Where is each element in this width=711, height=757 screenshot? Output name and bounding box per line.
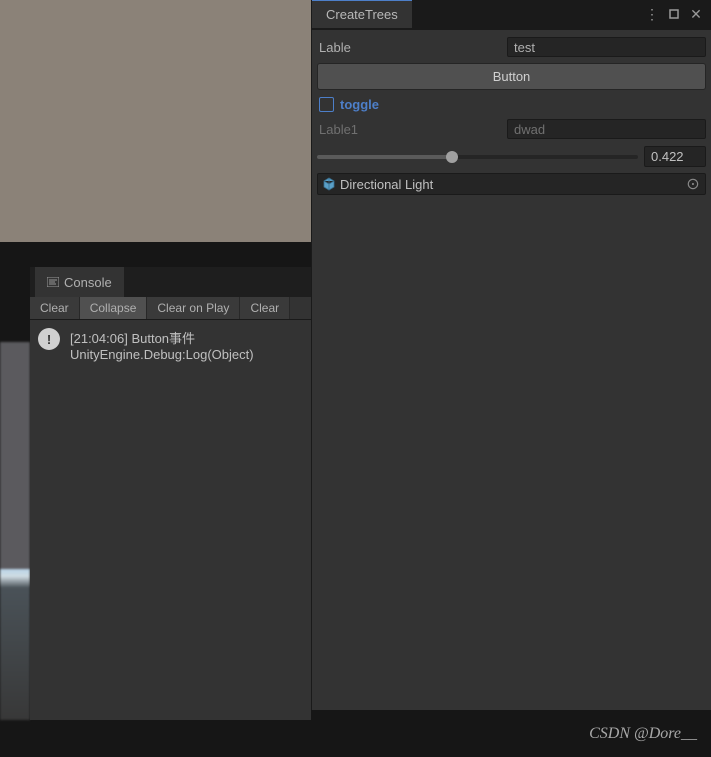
toggle-label[interactable]: toggle — [340, 97, 379, 112]
lable1-input[interactable] — [507, 119, 706, 139]
inspector-body: Lable Button toggle Lable1 Directional L… — [312, 30, 711, 201]
toggle-row: toggle — [317, 93, 706, 116]
scene-preview — [0, 342, 30, 720]
console-toolbar: Clear Collapse Clear on Play Clear — [30, 297, 311, 320]
console-tab[interactable]: Console — [35, 267, 124, 297]
slider-value-input[interactable] — [644, 146, 706, 167]
inspector-panel: CreateTrees ⋮ ✕ Lable Button toggle Labl… — [311, 0, 711, 710]
lable1-label: Lable1 — [317, 122, 507, 137]
close-icon[interactable]: ✕ — [689, 7, 703, 21]
console-tab-label: Console — [64, 275, 112, 290]
slider-fill — [317, 155, 452, 159]
slider-track[interactable] — [317, 155, 638, 159]
lable1-field-row: Lable1 — [317, 118, 706, 140]
toggle-checkbox[interactable] — [319, 97, 334, 112]
watermark: CSDN @Dore__ — [589, 725, 697, 743]
inspector-tab-bar: CreateTrees ⋮ ✕ — [312, 0, 711, 30]
console-tab-bar: Console — [30, 267, 311, 297]
collapse-button[interactable]: Collapse — [80, 297, 148, 319]
scene-viewport — [0, 0, 311, 242]
object-name: Directional Light — [340, 177, 685, 192]
clear-partial-button[interactable]: Clear — [240, 297, 290, 319]
lable-field-row: Lable — [317, 36, 706, 58]
log-entry[interactable]: ! [21:04:06] Button事件 UnityEngine.Debug:… — [30, 320, 311, 370]
button-control[interactable]: Button — [317, 63, 706, 90]
slider-thumb[interactable] — [446, 151, 458, 163]
lable-input[interactable] — [507, 37, 706, 57]
window-controls: ⋮ ✕ — [645, 7, 711, 21]
log-message: Button事件 — [131, 331, 195, 346]
log-timestamp: [21:04:06] — [70, 331, 128, 346]
object-field[interactable]: Directional Light ⊙ — [317, 173, 706, 195]
kebab-icon[interactable]: ⋮ — [645, 7, 659, 21]
log-text: [21:04:06] Button事件 UnityEngine.Debug:Lo… — [70, 328, 254, 362]
console-panel: Console Clear Collapse Clear on Play Cle… — [30, 267, 311, 720]
maximize-icon[interactable] — [667, 7, 681, 21]
inspector-tab[interactable]: CreateTrees — [312, 1, 412, 28]
object-picker-icon[interactable]: ⊙ — [685, 176, 701, 192]
clear-on-play-button[interactable]: Clear on Play — [147, 297, 240, 319]
lable-label: Lable — [317, 40, 507, 55]
cube-icon — [322, 177, 336, 191]
info-icon: ! — [38, 328, 60, 350]
console-icon — [47, 277, 59, 287]
slider-row — [317, 146, 706, 167]
clear-button[interactable]: Clear — [30, 297, 80, 319]
log-trace: UnityEngine.Debug:Log(Object) — [70, 347, 254, 362]
